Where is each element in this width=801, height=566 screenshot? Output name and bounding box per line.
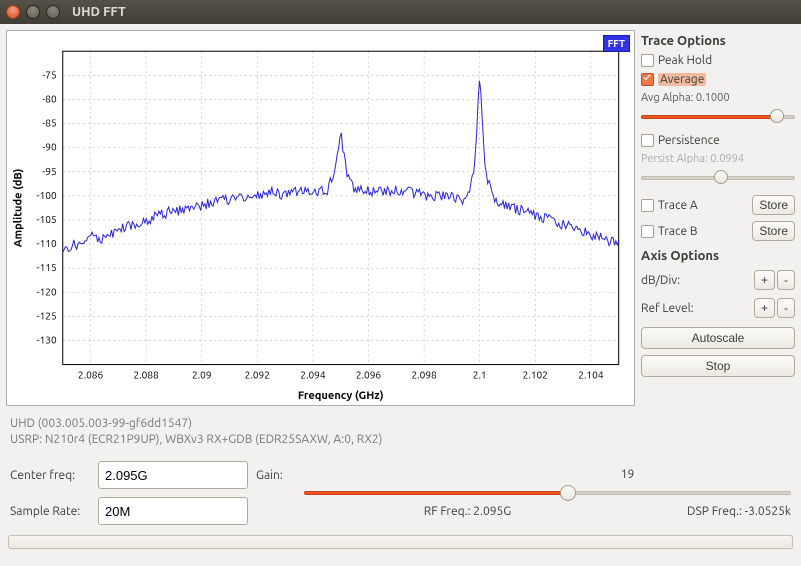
side-panel: Trace Options Peak Hold Average Avg Alph… [641,24,801,412]
db-div-label: dB/Div: [641,274,680,287]
gain-value: 19 [621,468,635,481]
avg-alpha-label: Avg Alpha: 0.1000 [641,92,795,104]
dsp-freq-readout: DSP Freq.: -3.0525k [687,505,791,518]
ref-level-minus-button[interactable]: - [777,298,795,318]
svg-text:-130: -130 [37,334,57,345]
svg-text:2.102: 2.102 [523,370,548,381]
svg-text:-95: -95 [42,166,56,177]
average-checkbox[interactable] [641,73,654,86]
trace-a-store-button[interactable]: Store [752,195,795,215]
db-div-minus-button[interactable]: - [777,270,795,290]
uhd-version-line: UHD (003.005.003-99-gf6dd1547) [10,416,791,432]
center-freq-input[interactable] [98,461,248,489]
fft-mode-badge[interactable]: FFT [603,35,630,52]
svg-text:-75: -75 [42,69,56,80]
persist-alpha-slider[interactable] [641,169,795,187]
svg-text:Frequency (GHz): Frequency (GHz) [298,390,384,402]
svg-text:-100: -100 [37,190,57,201]
center-freq-label: Center freq: [10,469,90,482]
svg-text:Amplitude (dB): Amplitude (dB) [12,168,24,247]
avg-alpha-slider[interactable] [641,108,795,126]
svg-text:2.088: 2.088 [134,370,160,381]
window-close-button[interactable] [6,5,20,19]
fft-plot[interactable]: FFT 2.0862.0882.092.0922.0942.0962.0982.… [6,30,635,406]
axis-options-heading: Axis Options [641,249,795,263]
svg-text:-120: -120 [37,286,57,297]
status-area: UHD (003.005.003-99-gf6dd1547) USRP: N21… [0,412,801,451]
sample-rate-input[interactable] [98,497,248,525]
ref-level-plus-button[interactable]: + [754,298,775,318]
svg-text:2.094: 2.094 [300,370,326,381]
window-title: UHD FFT [72,5,126,19]
bottom-status-bar [8,535,793,549]
autoscale-button[interactable]: Autoscale [641,327,795,349]
controls-area: Center freq: Gain: 19 Sample Rate: RF Fr… [0,451,801,531]
svg-text:2.104: 2.104 [578,370,604,381]
svg-text:-125: -125 [37,310,57,321]
window-maximize-button[interactable] [46,5,60,19]
persistence-checkbox[interactable] [641,134,654,147]
svg-text:-105: -105 [37,214,57,225]
svg-text:-80: -80 [42,93,57,104]
trace-b-checkbox[interactable] [641,225,654,238]
svg-text:2.098: 2.098 [411,370,437,381]
gain-label: Gain: [256,469,296,482]
sample-rate-label: Sample Rate: [10,505,90,518]
window-minimize-button[interactable] [26,5,40,19]
main-content: FFT 2.0862.0882.092.0922.0942.0962.0982.… [0,24,801,412]
svg-text:2.09: 2.09 [192,370,212,381]
chart-canvas: 2.086 2.088 2.09 2.092 2.094 2.096 2.098 2.1 2.1… [7,31,634,405]
svg-text:-110: -110 [37,238,57,249]
svg-text:2.092: 2.092 [245,370,270,381]
svg-text:-85: -85 [42,118,56,129]
svg-text:-115: -115 [37,262,57,273]
rf-freq-readout: RF Freq.: 2.095G [424,505,511,518]
svg-text:2.086: 2.086 [78,370,104,381]
trace-b-store-button[interactable]: Store [752,221,795,241]
trace-a-checkbox[interactable] [641,199,654,212]
db-div-plus-button[interactable]: + [754,270,775,290]
svg-text:2.1: 2.1 [473,370,487,381]
peak-hold-checkbox[interactable] [641,54,654,67]
stop-button[interactable]: Stop [641,355,795,377]
usrp-info-line: USRP: N210r4 (ECR21P9UP), WBXv3 RX+GDB (… [10,432,791,448]
titlebar: UHD FFT [0,0,801,24]
average-label: Average [658,73,706,86]
trace-a-label: Trace A [658,199,698,212]
ref-level-label: Ref Level: [641,302,694,315]
persistence-label: Persistence [658,134,720,147]
svg-text:-90: -90 [42,142,57,153]
trace-b-label: Trace B [658,225,698,238]
persist-alpha-label: Persist Alpha: 0.0994 [641,153,795,165]
svg-text:2.096: 2.096 [356,370,382,381]
trace-options-heading: Trace Options [641,34,795,48]
peak-hold-label: Peak Hold [658,54,712,67]
